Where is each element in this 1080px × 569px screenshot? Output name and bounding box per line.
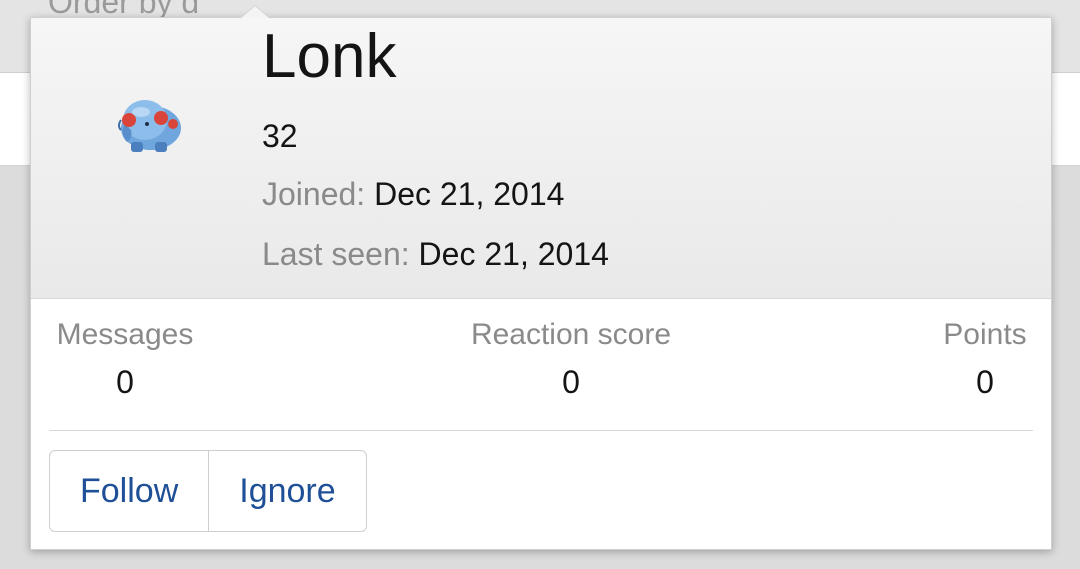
joined-date: Dec 21, 2014 xyxy=(374,176,565,212)
member-tooltip: Lonk 32 Joined: Dec 21, 2014 Last seen: … xyxy=(30,6,1052,550)
stat-reaction-score-label: Reaction score xyxy=(470,318,672,351)
last-seen-label: Last seen: xyxy=(262,236,410,272)
member-user-title: 32 xyxy=(262,118,298,154)
stat-points-label: Points xyxy=(943,318,1027,351)
joined-label: Joined: xyxy=(262,176,366,212)
joined-line: Joined: Dec 21, 2014 xyxy=(262,176,564,213)
stat-reaction-score-value: 0 xyxy=(562,364,580,400)
ignore-button[interactable]: Ignore xyxy=(208,451,365,531)
tooltip-arrow xyxy=(241,6,269,18)
member-action-buttons: Follow Ignore xyxy=(49,450,367,532)
phanpy-sprite-avatar[interactable] xyxy=(115,90,187,156)
member-stats: Messages 0 Reaction score 0 Points 0 xyxy=(49,318,1033,431)
follow-button[interactable]: Follow xyxy=(50,451,208,531)
stat-reaction-score: Reaction score 0 xyxy=(459,318,683,401)
last-seen-line: Last seen: Dec 21, 2014 xyxy=(262,236,609,273)
stat-messages: Messages 0 xyxy=(49,318,201,401)
member-tooltip-header: Lonk 32 Joined: Dec 21, 2014 Last seen: … xyxy=(31,18,1051,299)
member-username[interactable]: Lonk xyxy=(262,26,396,88)
stat-messages-label: Messages xyxy=(56,318,194,351)
stat-points: Points 0 xyxy=(937,318,1033,401)
stat-messages-value: 0 xyxy=(116,364,134,400)
last-seen-date: Dec 21, 2014 xyxy=(418,236,609,272)
stat-points-value: 0 xyxy=(976,364,994,400)
